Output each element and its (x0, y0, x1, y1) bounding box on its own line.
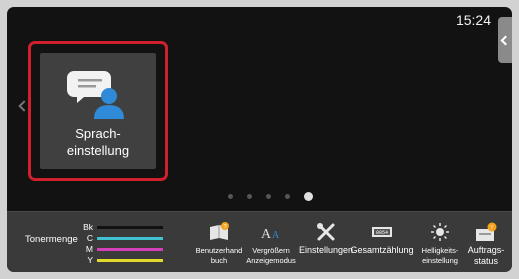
tile-label: Sprach- einstellung (66, 126, 130, 158)
bottom-bar: Tonermenge Bk C M Y ? Benutzerhand buch … (7, 211, 512, 272)
svg-text:A: A (272, 230, 280, 241)
vergroessern-anzeigemodus-button[interactable]: A A Vergrößern Anzeigemodus (243, 212, 299, 272)
page-dot-4[interactable] (285, 194, 290, 199)
toner-row-y: Y (83, 255, 163, 265)
toner-level-y (97, 259, 163, 262)
counter-icon: 0054 (372, 227, 392, 237)
toner-row-bk: Bk (83, 222, 163, 232)
benutzerhandbuch-label: Benutzerhand buch (195, 246, 243, 265)
job-status-icon: ! (476, 222, 497, 241)
toner-level-bk (97, 226, 163, 229)
auftragsstatus-label: Auftrags- status (467, 245, 505, 266)
page-dot-2[interactable] (247, 194, 252, 199)
toner-letter-m: M (85, 244, 93, 254)
svg-text:0054: 0054 (376, 230, 388, 236)
touch-screen: 15:24 Sprach- einstellung Tonermenge Bk (7, 7, 512, 272)
toner-letter-y: Y (87, 255, 93, 265)
page-indicator (7, 191, 512, 203)
gesamtzaehlung-label: Gesamtzählung (350, 245, 414, 255)
vergroessern-label: Vergrößern Anzeigemodus (246, 246, 296, 265)
benutzerhandbuch-button[interactable]: ? Benutzerhand buch (193, 212, 245, 272)
toner-gauge[interactable]: Tonermenge Bk C M Y (7, 212, 172, 272)
gesamtzaehlung-button[interactable]: 0054 Gesamtzählung (350, 212, 414, 272)
toner-letter-c: C (86, 233, 93, 243)
helligkeitseinstellung-button[interactable]: Helligkeits- einstellung (414, 212, 466, 272)
page-dot-3[interactable] (266, 194, 271, 199)
toner-row-c: C (83, 233, 163, 243)
toner-letter-bk: Bk (83, 222, 93, 232)
side-panel-tab[interactable] (498, 17, 512, 63)
chevron-left-icon (500, 35, 511, 46)
toner-label: Tonermenge (25, 234, 78, 245)
toner-level-m (97, 248, 163, 251)
manual-icon: ? (210, 222, 229, 240)
einstellungen-button[interactable]: Einstellungen (298, 212, 354, 272)
toner-level-c (97, 237, 163, 240)
shortcut-bar: ? Benutzerhand buch A A Vergrößern Anzei… (193, 212, 512, 272)
font-size-icon: A A (261, 227, 280, 242)
svg-text:A: A (261, 227, 272, 242)
speech-bubble-person-icon (67, 71, 124, 119)
clock: 15:24 (455, 12, 491, 28)
brightness-icon (431, 223, 449, 241)
toner-row-m: M (83, 244, 163, 254)
sprach-einstellung-tile[interactable]: Sprach- einstellung (40, 53, 156, 169)
helligkeit-label: Helligkeits- einstellung (421, 246, 459, 265)
page-dot-1[interactable] (228, 194, 233, 199)
auftragsstatus-button[interactable]: ! Auftrags- status (461, 212, 511, 272)
wrench-screwdriver-icon (317, 223, 335, 241)
page-dot-5[interactable] (304, 192, 313, 201)
einstellungen-label: Einstellungen (298, 245, 354, 255)
